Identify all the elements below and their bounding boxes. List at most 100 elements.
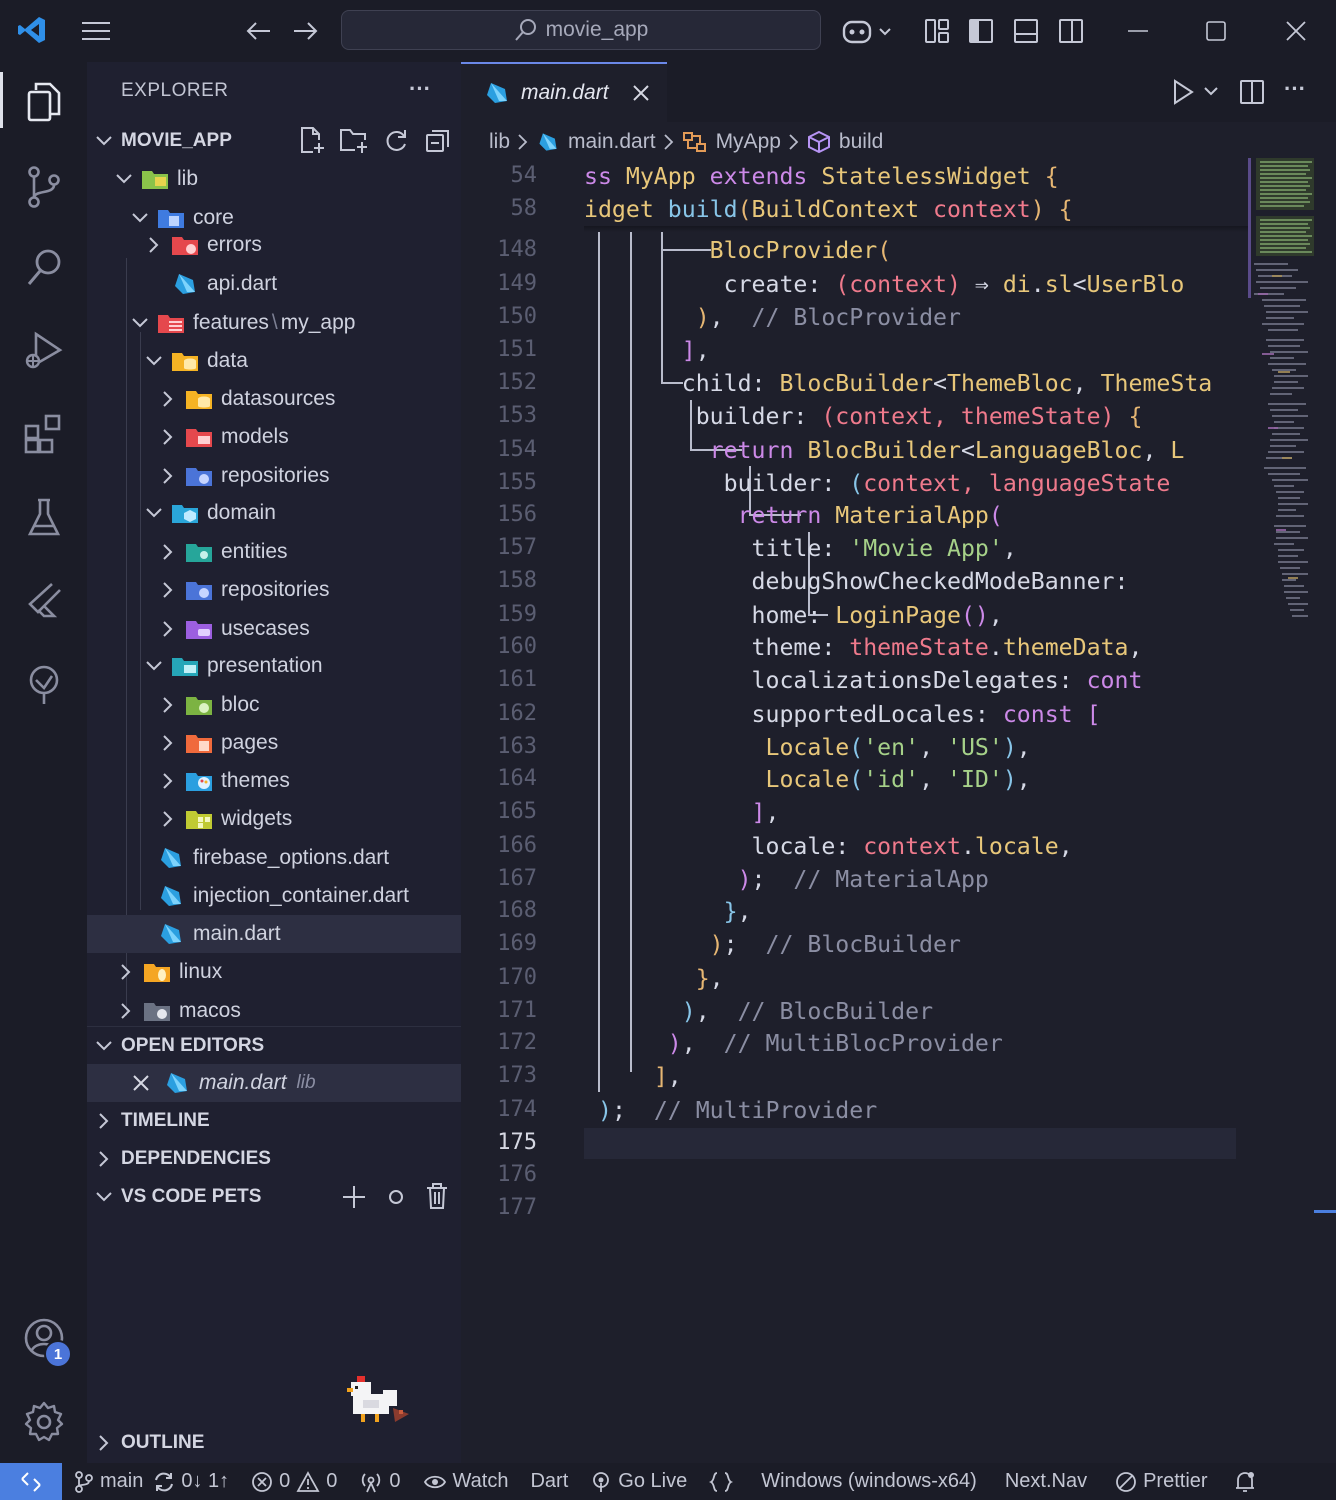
tree-file-main-dart[interactable]: main.dart — [87, 915, 461, 953]
tree-file-injection-container[interactable]: injection_container.dart — [87, 877, 461, 915]
watch-indicator[interactable]: Watch — [423, 1470, 508, 1493]
remote-tree-icon[interactable] — [16, 656, 72, 712]
prettier-indicator[interactable]: Prettier — [1115, 1470, 1208, 1493]
collapse-all-icon[interactable] — [425, 128, 451, 154]
breadcrumb-lib[interactable]: lib — [489, 130, 510, 154]
settings-gear-icon[interactable] — [16, 1394, 72, 1450]
tree-folder-lib[interactable]: lib — [87, 160, 461, 198]
code-line-150[interactable]: ), // BlocProvider — [584, 301, 961, 334]
tree-folder-data[interactable]: data — [87, 342, 461, 380]
tree-folder-repositories-domain[interactable]: repositories — [87, 571, 461, 609]
code-line-162[interactable]: supportedLocales: const [ — [584, 698, 1101, 731]
minimize-icon[interactable] — [1122, 15, 1154, 47]
language-mode[interactable]: Dart — [530, 1470, 568, 1493]
flutter-device[interactable]: Windows (windows-x64) — [761, 1470, 977, 1493]
close-tab-icon[interactable] — [631, 83, 651, 103]
breadcrumb-method[interactable]: build — [839, 130, 883, 154]
refresh-icon[interactable] — [383, 128, 409, 154]
remote-indicator[interactable] — [0, 1463, 62, 1500]
code-line-172[interactable]: ), // MultiBlocProvider — [584, 1027, 1003, 1060]
code-line-151[interactable]: ], — [584, 334, 710, 367]
dart-devtools[interactable] — [709, 1471, 734, 1493]
tree-folder-presentation[interactable]: presentation — [87, 647, 461, 685]
tree-folder-pages[interactable]: pages — [87, 724, 461, 762]
tree-file-api-dart[interactable]: api.dart — [87, 265, 461, 303]
close-window-icon[interactable] — [1280, 15, 1312, 47]
menu-icon[interactable] — [80, 15, 112, 47]
source-control-icon[interactable] — [16, 158, 72, 214]
add-pet-icon[interactable] — [341, 1184, 367, 1210]
run-debug-icon[interactable] — [16, 322, 72, 378]
notifications-bell[interactable] — [1234, 1470, 1256, 1494]
code-line-148[interactable]: BlocProvider( — [584, 234, 892, 267]
tree-folder-domain[interactable]: domain — [87, 494, 461, 532]
code-line-155[interactable]: builder: (context, languageState — [584, 467, 1171, 500]
close-editor-icon[interactable] — [131, 1073, 151, 1093]
toggle-secondary-sidebar-icon[interactable] — [1055, 15, 1087, 47]
tree-folder-macos[interactable]: macos — [87, 992, 461, 1030]
new-folder-icon[interactable] — [339, 126, 369, 156]
code-line-167[interactable]: ); // MaterialApp — [584, 863, 989, 896]
tree-folder-datasources[interactable]: datasources — [87, 380, 461, 418]
code-line-171[interactable]: ), // BlocBuilder — [584, 995, 933, 1028]
extensions-icon[interactable] — [16, 406, 72, 462]
editor-more-icon[interactable]: ··· — [1284, 76, 1306, 102]
code-line-170[interactable]: }, — [584, 962, 724, 995]
tree-folder-usecases[interactable]: usecases — [87, 610, 461, 648]
code-line-161[interactable]: localizationsDelegates: cont — [584, 664, 1143, 697]
search-view-icon[interactable] — [16, 240, 72, 296]
code-line-58[interactable]: idget build(BuildContext context) { — [584, 193, 1073, 226]
code-line-174[interactable]: ); // MultiProvider — [584, 1094, 877, 1127]
tree-folder-linux[interactable]: linux — [87, 953, 461, 991]
code-line-159[interactable]: home: LoginPage(), — [584, 599, 1003, 632]
back-arrow-icon[interactable] — [243, 15, 275, 47]
open-editors-header[interactable]: OPEN EDITORS — [87, 1026, 461, 1064]
command-center-search[interactable]: movie_app — [341, 10, 821, 50]
go-live-button[interactable]: Go Live — [590, 1470, 687, 1493]
minimap[interactable] — [1248, 158, 1314, 628]
split-editor-icon[interactable] — [1238, 78, 1266, 106]
toggle-panel-icon[interactable] — [1010, 15, 1042, 47]
run-button[interactable] — [1170, 78, 1226, 106]
tree-folder-bloc[interactable]: bloc — [87, 686, 461, 724]
new-file-icon[interactable] — [299, 126, 327, 156]
tree-file-firebase-options[interactable]: firebase_options.dart — [87, 839, 461, 877]
tree-folder-entities[interactable]: entities — [87, 533, 461, 571]
code-line-173[interactable]: ], — [584, 1060, 682, 1093]
problems-indicator[interactable]: 0 0 — [251, 1470, 337, 1493]
copilot-icon[interactable] — [840, 15, 894, 47]
code-line-158[interactable]: debugShowCheckedModeBanner: — [584, 565, 1129, 598]
tree-folder-errors[interactable]: errors — [87, 228, 461, 262]
delete-pet-icon[interactable] — [425, 1182, 449, 1210]
code-line-152[interactable]: child: BlocBuilder<ThemeBloc, ThemeSta — [584, 367, 1213, 400]
breadcrumb-file[interactable]: main.dart — [568, 130, 656, 154]
code-line-165[interactable]: ], — [584, 796, 780, 829]
git-branch[interactable]: main — [74, 1470, 143, 1493]
code-line-168[interactable]: }, — [584, 895, 752, 928]
tree-folder-widgets[interactable]: widgets — [87, 800, 461, 838]
code-line-163[interactable]: Locale('en', 'US'), — [584, 731, 1030, 764]
code-line-164[interactable]: Locale('id', 'ID'), — [584, 763, 1030, 796]
outline-header[interactable]: OUTLINE — [87, 1424, 461, 1462]
explorer-files-icon[interactable] — [16, 74, 72, 130]
tree-folder-models[interactable]: models — [87, 418, 461, 456]
breadcrumb-class[interactable]: MyApp — [716, 130, 781, 154]
ports-indicator[interactable]: 0 — [359, 1470, 401, 1493]
open-editor-main-dart[interactable]: main.dart lib — [87, 1064, 461, 1102]
dependencies-header[interactable]: DEPENDENCIES — [87, 1140, 461, 1178]
customize-layout-icon[interactable] — [921, 15, 953, 47]
code-line-156[interactable]: return MaterialApp( — [584, 499, 1003, 532]
timeline-header[interactable]: TIMELINE — [87, 1102, 461, 1140]
code-line-157[interactable]: title: 'Movie App', — [584, 532, 1017, 565]
code-line-54[interactable]: ss MyApp extends StatelessWidget { — [584, 160, 1059, 193]
code-line-153[interactable]: builder: (context, themeState) { — [584, 400, 1143, 433]
nextnav-indicator[interactable]: Next.Nav — [1005, 1470, 1087, 1493]
toggle-sidebar-icon[interactable] — [965, 15, 997, 47]
testing-flask-icon[interactable] — [16, 490, 72, 546]
code-line-149[interactable]: create: (context) ⇒ di.sl<UserBlo — [584, 268, 1185, 301]
tree-folder-features[interactable]: features \ my_app — [87, 304, 461, 342]
tree-folder-themes[interactable]: themes — [87, 762, 461, 800]
explorer-more-icon[interactable]: ··· — [409, 76, 431, 102]
code-line-166[interactable]: locale: context.locale, — [584, 830, 1073, 863]
flutter-icon[interactable] — [16, 574, 72, 630]
